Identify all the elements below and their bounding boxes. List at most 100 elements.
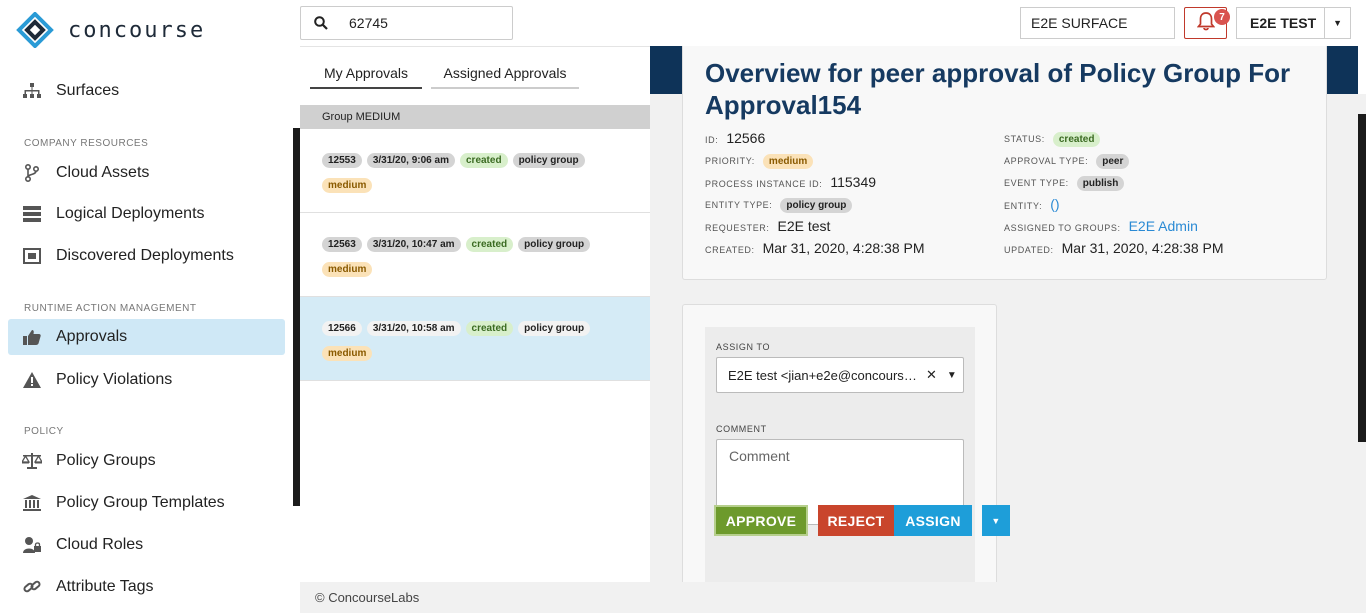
thumbs-up-icon: [22, 327, 42, 347]
entity-badge: policy group: [518, 237, 591, 252]
field-label: UPDATED:: [1004, 245, 1054, 255]
field-process-instance-id: PROCESS INSTANCE ID: 115349: [705, 174, 876, 190]
date-badge: 3/31/20, 10:58 am: [366, 321, 461, 336]
field-value: Mar 31, 2020, 4:28:38 PM: [1061, 240, 1224, 256]
sidebar-item-label: Logical Deployments: [56, 205, 205, 222]
comment-label: COMMENT: [716, 424, 767, 434]
list-item[interactable]: 12563 3/31/20, 10:47 am created policy g…: [300, 213, 650, 297]
list-item[interactable]: 12566 3/31/20, 10:58 am created policy g…: [300, 297, 650, 381]
notifications-badge: 7: [1214, 9, 1230, 25]
sidebar-item-label: Cloud Roles: [56, 536, 144, 553]
sidebar-item-logical-deployments[interactable]: Logical Deployments: [8, 196, 285, 232]
field-assigned-to-groups: ASSIGNED TO GROUPS: E2E Admin: [1004, 218, 1198, 234]
list-item[interactable]: 12553 3/31/20, 9:06 am created policy gr…: [300, 129, 650, 213]
reject-button[interactable]: REJECT: [818, 505, 894, 536]
logo-text: concourse: [68, 17, 206, 43]
sidebar-item-cloud-roles[interactable]: Cloud Roles: [8, 527, 285, 563]
approve-button[interactable]: APPROVE: [714, 505, 808, 536]
entity-badge: policy group: [518, 321, 591, 336]
status-badge: created: [465, 237, 514, 252]
id-badge: 12566: [322, 321, 362, 336]
branch-icon: [22, 163, 42, 183]
group-header: Group MEDIUM: [300, 105, 650, 129]
status-badge: created: [465, 321, 514, 336]
status-badge: created: [1052, 132, 1101, 147]
field-label: STATUS:: [1004, 134, 1045, 144]
logo[interactable]: concourse: [16, 12, 205, 48]
field-requester: REQUESTER: E2E test: [705, 218, 830, 234]
bell-icon: [1196, 11, 1215, 36]
field-approval-type: APPROVAL TYPE: peer: [1004, 154, 1130, 169]
field-label: PRIORITY:: [705, 156, 755, 166]
field-priority: PRIORITY: medium: [705, 154, 814, 169]
sidebar: concourse Surfaces COMPANY RESOURCES Clo…: [0, 0, 300, 613]
field-label: ENTITY:: [1004, 201, 1043, 211]
sidebar-item-label: Surfaces: [56, 82, 120, 99]
caret-down-icon[interactable]: ▼: [1324, 8, 1350, 38]
assign-to-value: E2E test <jian+e2e@concourselabs.com>: [728, 367, 922, 383]
entity-badge: policy group: [512, 153, 585, 168]
sidebar-item-cloud-assets[interactable]: Cloud Assets: [8, 155, 285, 191]
search-box[interactable]: [300, 6, 513, 40]
assign-to-select[interactable]: E2E test <jian+e2e@concourselabs.com> ✕ …: [716, 357, 964, 393]
assign-button[interactable]: ASSIGN: [894, 505, 972, 536]
warning-icon: [22, 370, 42, 390]
field-value: Mar 31, 2020, 4:28:38 PM: [762, 240, 925, 256]
field-label: ID:: [705, 135, 719, 145]
priority-badge: medium: [322, 178, 373, 193]
field-id: ID: 12566: [705, 130, 765, 146]
field-value: 115349: [830, 174, 877, 190]
date-badge: 3/31/20, 9:06 am: [366, 153, 455, 168]
caret-down-icon[interactable]: ▼: [947, 370, 957, 381]
field-entity: ENTITY: (): [1004, 196, 1060, 212]
date-badge: 3/31/20, 10:47 am: [366, 237, 461, 252]
sidebar-item-discovered-deployments[interactable]: Discovered Deployments: [8, 238, 285, 274]
sidebar-item-policy-group-templates[interactable]: Policy Group Templates: [8, 485, 285, 521]
action-form: ASSIGN TO E2E test <jian+e2e@concoursela…: [705, 327, 975, 582]
link-icon: [22, 577, 42, 597]
field-label: PROCESS INSTANCE ID:: [705, 179, 823, 189]
assign-to-label: ASSIGN TO: [716, 342, 771, 352]
field-entity-type: ENTITY TYPE: policy group: [705, 198, 853, 213]
section-policy: POLICY: [24, 426, 64, 437]
detail-scrollbar[interactable]: [1358, 114, 1366, 442]
bank-icon: [22, 493, 42, 513]
priority-badge: medium: [322, 262, 373, 277]
sidebar-item-label: Cloud Assets: [56, 164, 150, 181]
action-card: ASSIGN TO E2E test <jian+e2e@concoursela…: [682, 304, 997, 582]
search-input[interactable]: [349, 15, 499, 31]
clear-icon[interactable]: ✕: [926, 367, 937, 383]
group-link[interactable]: E2E Admin: [1129, 218, 1198, 234]
tab-my-approvals[interactable]: My Approvals: [310, 65, 422, 89]
user-lock-icon: [22, 535, 42, 555]
surface-selector[interactable]: E2E SURFACE: [1020, 7, 1175, 39]
entity-type-badge: policy group: [780, 198, 853, 213]
sidebar-item-policy-groups[interactable]: Policy Groups: [8, 443, 285, 479]
field-label: ENTITY TYPE:: [705, 200, 773, 210]
field-label: ASSIGNED TO GROUPS:: [1004, 223, 1121, 233]
sidebar-item-attribute-tags[interactable]: Attribute Tags: [8, 569, 285, 605]
approval-type-badge: peer: [1096, 154, 1130, 169]
assign-dropdown-button[interactable]: ▼: [982, 505, 1010, 536]
section-runtime-action-management: RUNTIME ACTION MANAGEMENT: [24, 303, 197, 314]
field-label: EVENT TYPE:: [1004, 178, 1069, 188]
sidebar-scrollbar[interactable]: [293, 128, 300, 506]
section-company-resources: COMPANY RESOURCES: [24, 138, 149, 149]
sidebar-item-policy-violations[interactable]: Policy Violations: [8, 362, 285, 398]
sidebar-item-label: Approvals: [56, 328, 128, 345]
field-event-type: EVENT TYPE: publish: [1004, 176, 1125, 191]
id-badge: 12553: [322, 153, 362, 168]
field-label: APPROVAL TYPE:: [1004, 156, 1089, 166]
sidebar-item-label: Policy Groups: [56, 452, 156, 469]
priority-badge: medium: [762, 154, 814, 169]
entity-link[interactable]: (): [1050, 196, 1059, 212]
sidebar-item-label: Discovered Deployments: [56, 247, 234, 264]
caret-down-icon: ▼: [991, 515, 1001, 526]
page-title: Overview for peer approval of Policy Gro…: [705, 58, 1291, 120]
user-menu[interactable]: E2E TEST ▼: [1236, 7, 1351, 39]
sidebar-item-surfaces[interactable]: Surfaces: [8, 73, 285, 109]
sidebar-item-approvals[interactable]: Approvals: [8, 319, 285, 355]
tab-assigned-approvals[interactable]: Assigned Approvals: [431, 65, 579, 89]
field-status: STATUS: created: [1004, 132, 1101, 147]
field-label: REQUESTER:: [705, 223, 770, 233]
